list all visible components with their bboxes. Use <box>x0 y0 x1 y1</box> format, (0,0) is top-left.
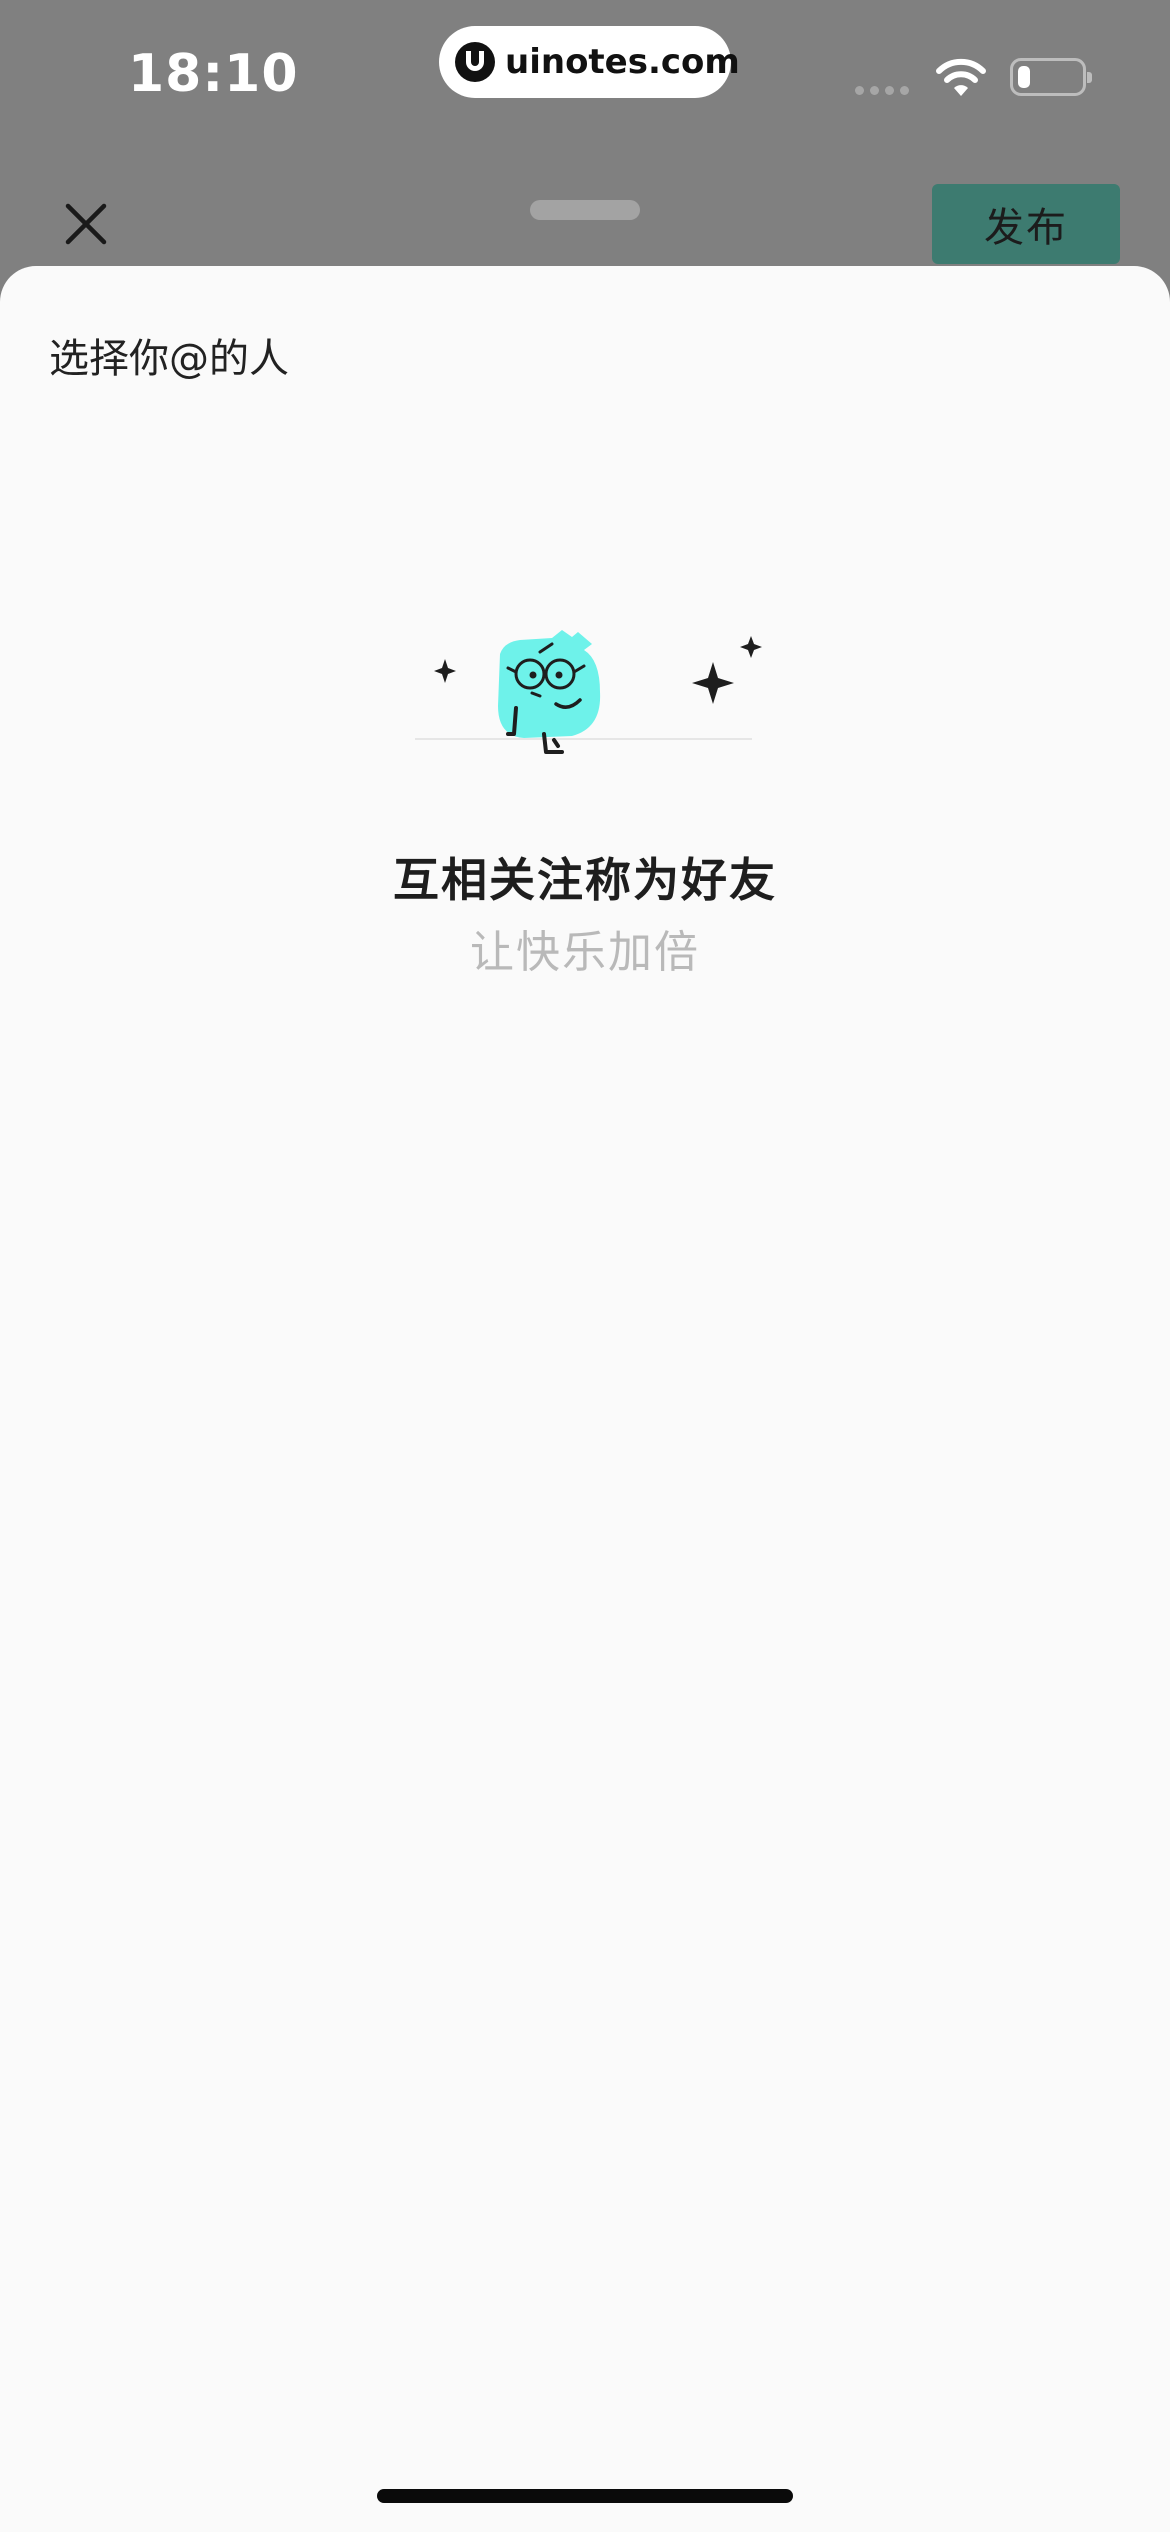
sparkle-icon <box>692 662 734 704</box>
wifi-icon <box>936 58 986 96</box>
sparkle-icon <box>434 659 456 683</box>
drag-handle[interactable] <box>530 200 640 220</box>
battery-icon <box>1010 58 1092 96</box>
watermark-text: uinotes.com <box>505 42 740 82</box>
close-button[interactable] <box>58 196 114 252</box>
empty-state-title: 互相关注称为好友 <box>393 853 777 907</box>
empty-state-subtitle: 让快乐加倍 <box>470 927 700 978</box>
uinotes-logo-icon <box>455 42 495 82</box>
cellular-signal-icon <box>855 86 909 95</box>
watermark-badge: uinotes.com <box>439 26 740 98</box>
close-icon <box>65 203 107 245</box>
status-time: 18:10 <box>128 44 299 104</box>
home-indicator <box>377 2489 793 2503</box>
mention-picker-sheet: 选择你@的人 互相关注称为好友 让快乐加倍 <box>0 266 1170 2532</box>
battery-level <box>1018 66 1030 88</box>
sparkle-icon <box>740 636 762 658</box>
publish-button[interactable]: 发布 <box>932 184 1120 264</box>
sheet-title: 选择你@的人 <box>49 336 289 382</box>
mascot-with-glasses-illustration <box>415 630 762 754</box>
